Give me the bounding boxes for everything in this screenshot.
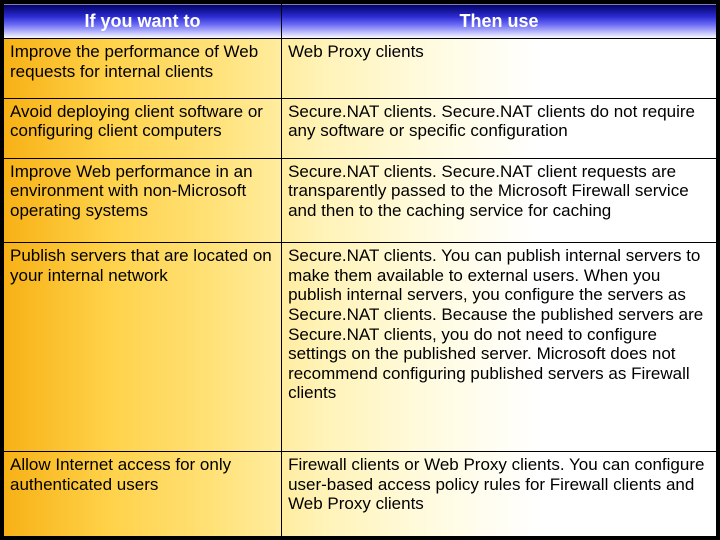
header-if-you-want-to: If you want to [4, 4, 282, 39]
use-cell: Firewall clients or Web Proxy clients. Y… [282, 452, 717, 537]
use-cell: Secure.NAT clients. Secure.NAT client re… [282, 158, 717, 243]
table-row: Improve Web performance in an environmen… [4, 158, 717, 243]
table-header-row: If you want to Then use [4, 4, 717, 39]
table-row: Allow Internet access for only authentic… [4, 452, 717, 537]
guidance-table: If you want to Then use Improve the perf… [3, 3, 717, 537]
use-cell: Web Proxy clients [282, 39, 717, 99]
header-then-use: Then use [282, 4, 717, 39]
table-row: Avoid deploying client software or confi… [4, 98, 717, 158]
want-cell: Improve the performance of Web requests … [4, 39, 282, 99]
slide-frame: If you want to Then use Improve the perf… [0, 0, 720, 540]
table-row: Publish servers that are located on your… [4, 243, 717, 452]
want-cell: Avoid deploying client software or confi… [4, 98, 282, 158]
use-cell: Secure.NAT clients. Secure.NAT clients d… [282, 98, 717, 158]
want-cell: Improve Web performance in an environmen… [4, 158, 282, 243]
want-cell: Allow Internet access for only authentic… [4, 452, 282, 537]
want-cell: Publish servers that are located on your… [4, 243, 282, 452]
use-cell: Secure.NAT clients. You can publish inte… [282, 243, 717, 452]
table-row: Improve the performance of Web requests … [4, 39, 717, 99]
